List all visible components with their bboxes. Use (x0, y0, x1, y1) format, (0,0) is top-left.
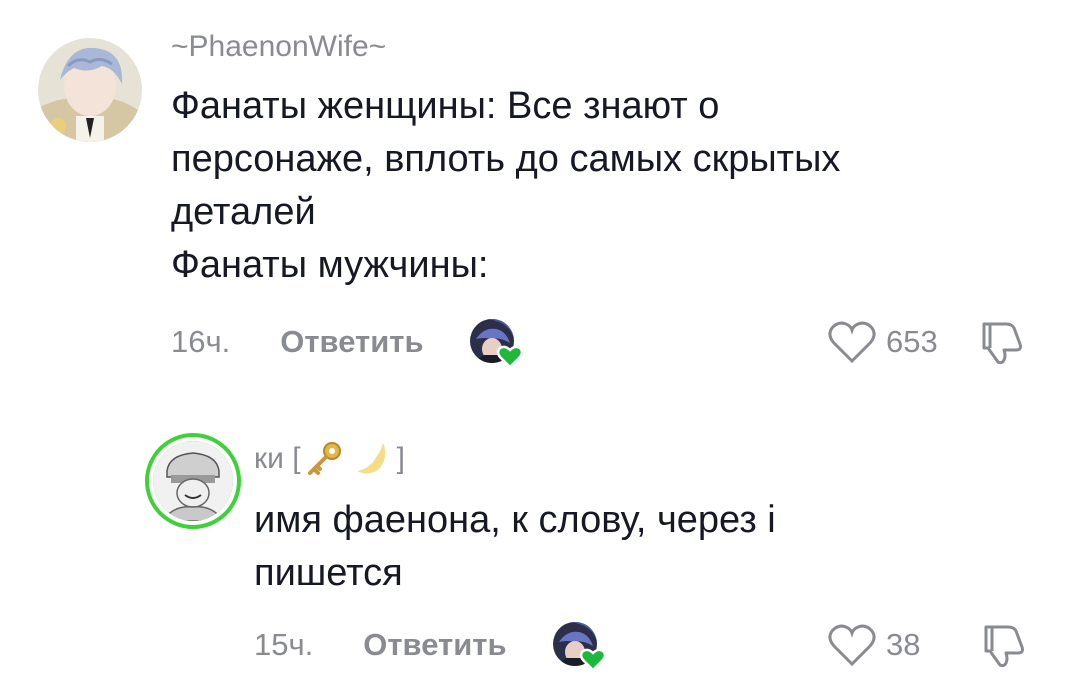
like-button[interactable] (826, 319, 878, 365)
comment-actions: 653 (826, 318, 1024, 366)
like-count: 653 (886, 324, 938, 359)
username-text: ~PhaenonWife~ (171, 30, 387, 63)
avatar (149, 437, 237, 525)
comment-line: пишется (254, 552, 403, 594)
avatar-image (38, 38, 142, 142)
heart-outline-icon (828, 321, 876, 364)
key-emoji (307, 442, 341, 475)
dislike-button[interactable] (976, 318, 1024, 366)
avatar-story-ring[interactable] (145, 433, 241, 529)
comment-meta: 15ч. Ответить (254, 622, 606, 672)
comment-time: 16ч. (171, 324, 231, 359)
comment-time: 15ч. (254, 627, 314, 662)
comment-reply: ки [ ] имя фаенона, к слову, через і пиш… (0, 400, 1080, 698)
avatar[interactable] (38, 38, 142, 142)
creator-avatar (469, 319, 523, 369)
comment-username[interactable]: ~PhaenonWife~ (171, 30, 386, 64)
username-suffix: ] (396, 442, 405, 475)
green-heart-icon (579, 648, 606, 672)
dislike-button[interactable] (978, 621, 1026, 669)
reply-button[interactable]: Ответить (363, 627, 506, 663)
crescent-moon-emoji (356, 443, 385, 474)
creator-liked-badge (469, 319, 523, 369)
thumbs-down-icon (982, 322, 1022, 365)
reply-button[interactable]: Ответить (280, 324, 423, 360)
comment-line: имя фаенона, к слову, через і (254, 499, 776, 541)
comment-actions: 38 (826, 621, 1026, 669)
comment-username[interactable]: ки [ ] (254, 438, 405, 480)
comment-text: имя фаенона, к слову, через і пишется (254, 494, 776, 600)
green-heart-icon (496, 345, 523, 369)
creator-liked-badge (552, 622, 606, 672)
comment-text: Фанаты женщины: Все знают о персонаже, в… (171, 80, 840, 292)
thumbs-down-icon (984, 625, 1025, 668)
like-count: 38 (886, 627, 921, 662)
comment-line: Фанаты женщины: Все знают о (171, 85, 720, 127)
creator-avatar (552, 622, 606, 672)
comment-line: Фанаты мужчины: (171, 244, 489, 286)
username-text: ки [ (254, 442, 301, 475)
heart-outline-icon (828, 624, 876, 667)
comment-line: персонаже, вплоть до самых скрытых (171, 138, 841, 180)
comment-meta: 16ч. Ответить (171, 319, 523, 369)
comment-line: деталей (171, 191, 316, 233)
avatar-image (153, 441, 233, 521)
like-button[interactable] (826, 622, 878, 668)
comment: ~PhaenonWife~ Фанаты женщины: Все знают … (0, 0, 1080, 400)
